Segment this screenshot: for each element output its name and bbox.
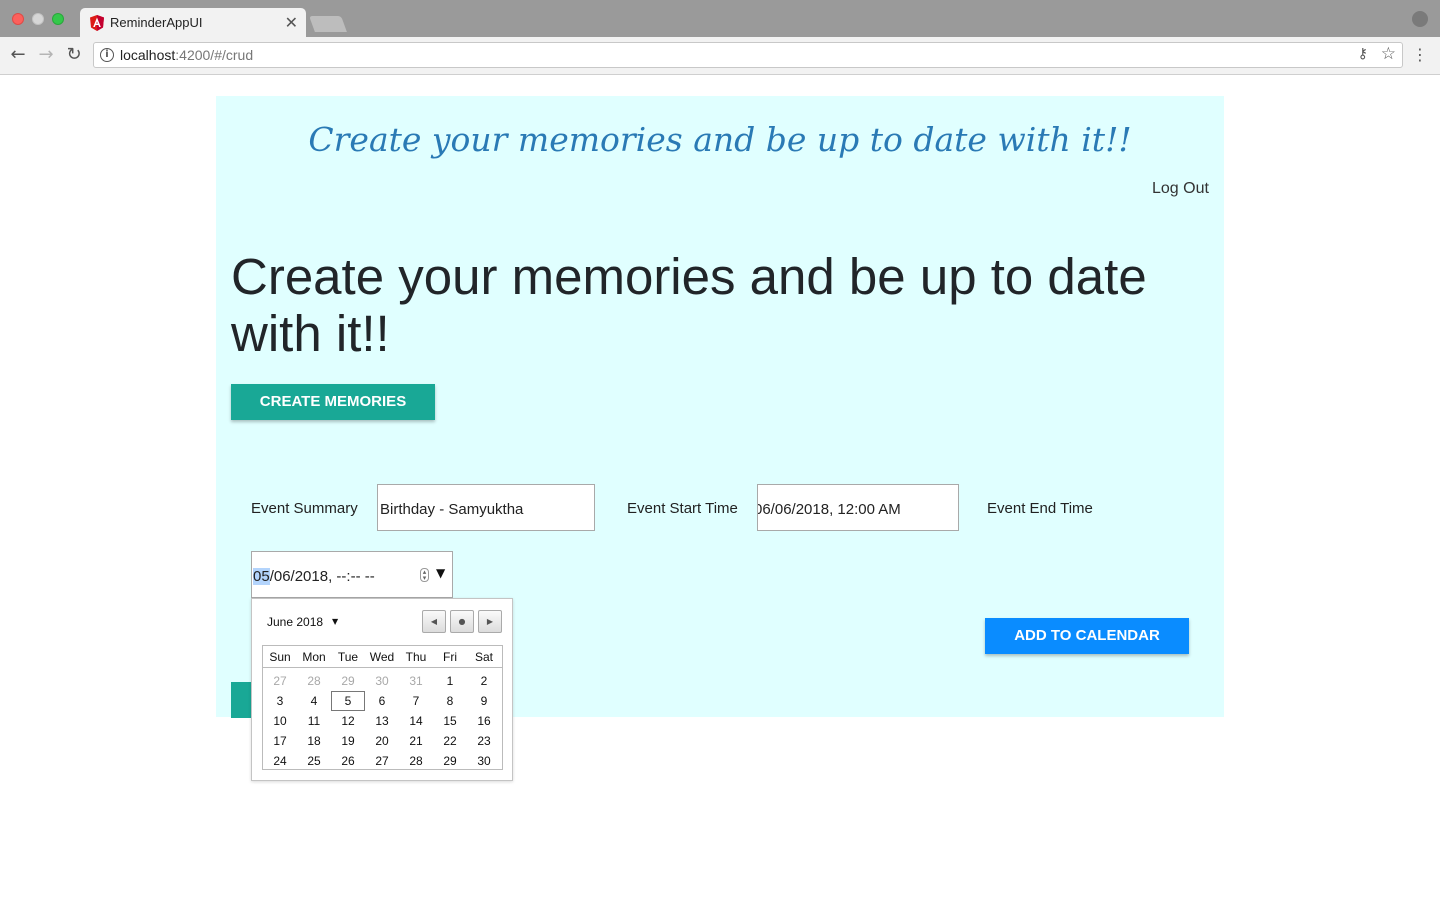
weekday-header: Sun bbox=[269, 650, 291, 664]
url-path: :4200/#/crud bbox=[175, 47, 254, 63]
close-window-button[interactable] bbox=[12, 13, 24, 25]
calendar-day[interactable]: 3 bbox=[263, 691, 297, 711]
calendar-day[interactable]: 19 bbox=[331, 731, 365, 751]
dropdown-arrow-icon[interactable]: ▼ bbox=[436, 566, 445, 580]
calendar-day[interactable]: 20 bbox=[365, 731, 399, 751]
dot-icon: ● bbox=[458, 617, 466, 626]
event-end-rest: /06/2018, --:-- -- bbox=[269, 568, 375, 585]
reload-icon[interactable]: ↻ bbox=[64, 45, 84, 65]
caret-right-icon: ▶ bbox=[486, 617, 494, 626]
event-end-label: Event End Time bbox=[987, 500, 1093, 517]
url-text[interactable]: localhost:4200/#/crud bbox=[120, 47, 253, 63]
weekday-header: Fri bbox=[443, 650, 457, 664]
previous-month-button[interactable]: ◀ bbox=[422, 610, 446, 633]
back-arrow-icon[interactable]: ← bbox=[8, 45, 28, 65]
calendar-day[interactable]: 29 bbox=[331, 671, 365, 691]
logout-link[interactable]: Log Out bbox=[1152, 180, 1209, 198]
calendar-day[interactable]: 26 bbox=[331, 751, 365, 771]
calendar-day[interactable]: 4 bbox=[297, 691, 331, 711]
calendar-day[interactable]: 1 bbox=[433, 671, 467, 691]
calendar-day[interactable]: 2 bbox=[467, 671, 501, 691]
weekday-header: Mon bbox=[302, 650, 326, 664]
weekday-header: Thu bbox=[405, 650, 427, 664]
calendar-day[interactable]: 30 bbox=[467, 751, 501, 771]
weekday-header: Wed bbox=[369, 650, 395, 664]
calendar-day[interactable]: 27 bbox=[365, 751, 399, 771]
next-month-button[interactable]: ▶ bbox=[478, 610, 502, 633]
profile-icon[interactable] bbox=[1412, 11, 1428, 27]
info-icon[interactable]: i bbox=[100, 48, 114, 62]
browser-toolbar: ← → ↻ i localhost:4200/#/crud ⚷ ☆ ⋮ bbox=[0, 37, 1440, 75]
month-dropdown-icon[interactable]: ▼ bbox=[332, 617, 338, 626]
calendar-day[interactable]: 10 bbox=[263, 711, 297, 731]
close-icon[interactable]: ✕ bbox=[285, 13, 298, 32]
event-end-value: 05/06/2018, --:-- -- bbox=[253, 568, 375, 585]
spinner-icon[interactable]: ▴ ▾ bbox=[420, 568, 429, 582]
event-start-label: Event Start Time bbox=[627, 500, 738, 517]
calendar-grid: Sun Mon Tue Wed Thu Fri Sat 27 28 29 30 31 1 2 3 4 5 6 7 8… bbox=[262, 645, 503, 770]
calendar-day[interactable]: 30 bbox=[365, 671, 399, 691]
add-to-calendar-button[interactable]: ADD TO CALENDAR bbox=[985, 618, 1189, 654]
date-picker-popup: June 2018 ▼ ◀ ● ▶ Sun Mon Tue Wed Thu Fri Sat … bbox=[251, 598, 513, 781]
calendar-day[interactable]: 22 bbox=[433, 731, 467, 751]
tab-title: ReminderAppUI bbox=[110, 15, 203, 30]
angular-icon bbox=[90, 15, 104, 31]
forward-arrow-icon[interactable]: → bbox=[36, 45, 56, 65]
calendar-day[interactable]: 25 bbox=[297, 751, 331, 771]
calendar-day[interactable]: 14 bbox=[399, 711, 433, 731]
calendar-day[interactable]: 9 bbox=[467, 691, 501, 711]
address-bar[interactable]: i localhost:4200/#/crud ⚷ ☆ bbox=[93, 42, 1403, 68]
new-tab-button[interactable] bbox=[309, 16, 347, 32]
calendar-day[interactable]: 23 bbox=[467, 731, 501, 751]
calendar-day[interactable]: 28 bbox=[297, 671, 331, 691]
create-memories-button[interactable]: CREATE MEMORIES bbox=[231, 384, 435, 420]
calendar-day[interactable]: 16 bbox=[467, 711, 501, 731]
calendar-day[interactable]: 13 bbox=[365, 711, 399, 731]
key-icon[interactable]: ⚷ bbox=[1358, 46, 1368, 62]
calendar-day[interactable]: 17 bbox=[263, 731, 297, 751]
minimize-window-button[interactable] bbox=[32, 13, 44, 25]
menu-icon[interactable]: ⋮ bbox=[1412, 46, 1428, 64]
event-summary-input[interactable]: Birthday - Samyuktha bbox=[377, 484, 595, 531]
calendar-day[interactable]: 18 bbox=[297, 731, 331, 751]
calendar-day[interactable]: 5 bbox=[331, 691, 365, 711]
event-start-value: 06/06/2018, 12:00 AM bbox=[757, 501, 901, 518]
calendar-day[interactable]: 24 bbox=[263, 751, 297, 771]
calendar-month-label[interactable]: June 2018 bbox=[267, 615, 323, 629]
url-host: localhost bbox=[120, 47, 176, 63]
caret-left-icon: ◀ bbox=[430, 617, 438, 626]
partially-hidden-button[interactable] bbox=[231, 682, 251, 718]
page-tagline: Create your memories and be up to date w… bbox=[308, 120, 1132, 159]
calendar-day[interactable]: 31 bbox=[399, 671, 433, 691]
calendar-day[interactable]: 8 bbox=[433, 691, 467, 711]
event-end-month-segment[interactable]: 05 bbox=[253, 568, 270, 585]
calendar-day[interactable]: 27 bbox=[263, 671, 297, 691]
calendar-day[interactable]: 28 bbox=[399, 751, 433, 771]
weekday-header: Tue bbox=[337, 650, 359, 664]
page-title: Create your memories and be up to date w… bbox=[231, 248, 1147, 362]
event-start-input[interactable]: 06/06/2018, 12:00 AM bbox=[757, 484, 959, 531]
event-summary-label: Event Summary bbox=[251, 500, 358, 517]
calendar-day[interactable]: 29 bbox=[433, 751, 467, 771]
calendar-weekday-header: Sun Mon Tue Wed Thu Fri Sat bbox=[263, 646, 502, 668]
browser-tab[interactable]: ReminderAppUI ✕ bbox=[80, 8, 306, 38]
calendar-day[interactable]: 12 bbox=[331, 711, 365, 731]
calendar-day[interactable]: 7 bbox=[399, 691, 433, 711]
calendar-day[interactable]: 11 bbox=[297, 711, 331, 731]
today-button[interactable]: ● bbox=[450, 610, 474, 633]
calendar-day[interactable]: 15 bbox=[433, 711, 467, 731]
maximize-window-button[interactable] bbox=[52, 13, 64, 25]
calendar-day[interactable]: 6 bbox=[365, 691, 399, 711]
browser-tab-bar: ReminderAppUI ✕ bbox=[0, 0, 1440, 38]
weekday-header: Sat bbox=[474, 650, 493, 664]
star-icon[interactable]: ☆ bbox=[1381, 44, 1396, 64]
calendar-day[interactable]: 21 bbox=[399, 731, 433, 751]
